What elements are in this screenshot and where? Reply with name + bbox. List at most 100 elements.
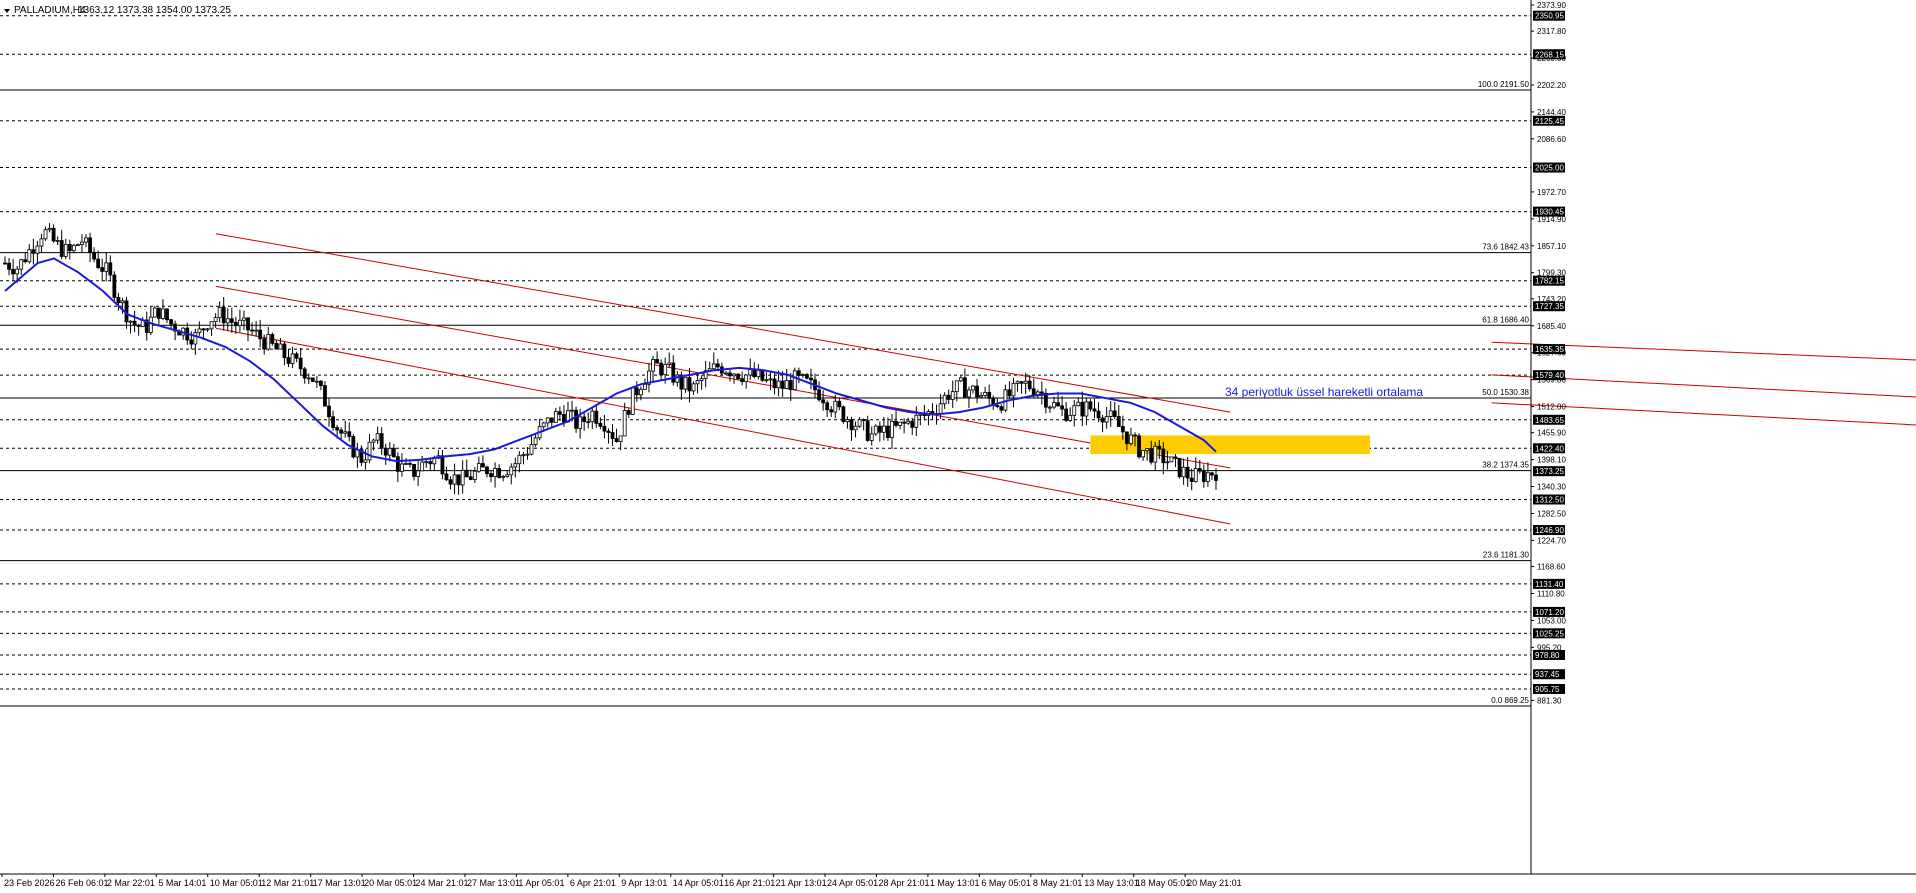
candle-body	[995, 405, 1000, 408]
candle-body	[169, 319, 173, 325]
candle-body	[849, 419, 854, 431]
candle-body	[1141, 450, 1145, 458]
candle-body	[1157, 445, 1162, 450]
candle-body	[610, 432, 615, 439]
candle-body	[902, 421, 907, 424]
level-badge-label: 905.75	[1535, 685, 1560, 694]
date-label: 5 Mar 14:01	[158, 878, 206, 888]
candle-body	[59, 240, 64, 257]
price-tick-label: 1224.70	[1537, 536, 1566, 545]
candle-body	[294, 353, 299, 359]
candle-body	[161, 308, 165, 319]
candle-body	[1076, 401, 1081, 407]
candle-body	[521, 454, 526, 457]
candle-body	[699, 378, 704, 381]
candle-body	[379, 433, 384, 449]
candle-body	[659, 362, 664, 376]
candle-body	[1048, 406, 1052, 409]
candle-body	[796, 370, 801, 376]
candle-body	[853, 425, 858, 431]
level-badge-label: 1246.90	[1535, 526, 1564, 535]
candle-body	[497, 468, 502, 478]
candle-body	[865, 420, 870, 441]
candle-body	[221, 307, 226, 324]
candle-body	[691, 383, 696, 392]
date-label: 20 Mar 05:01	[364, 878, 417, 888]
candle-body	[270, 334, 275, 344]
current-price-label: 1373.25	[1535, 467, 1564, 476]
candle-body	[958, 377, 963, 382]
chart-container[interactable]: 100.0 2191.50 73.6 1842.43 61.8 1686.40 50.…	[0, 0, 1916, 888]
price-tick-label: 1282.50	[1537, 509, 1566, 518]
candle-body	[586, 421, 591, 424]
candle-body	[1137, 435, 1141, 458]
candle-body	[448, 479, 453, 485]
candle-body	[416, 470, 421, 477]
candle-body	[1088, 401, 1093, 410]
candle-body	[505, 474, 510, 477]
candle-body	[1007, 389, 1012, 397]
price-tick-label: 1053.00	[1537, 616, 1566, 625]
candle-body	[343, 431, 348, 434]
date-label: 16 Apr 21:01	[724, 878, 775, 888]
level-badge-label: 2350.95	[1535, 12, 1564, 21]
candle-body	[1023, 380, 1028, 384]
candle-body	[525, 453, 530, 456]
candle-body	[748, 369, 753, 376]
candle-body	[1080, 401, 1085, 417]
candle-body	[286, 357, 291, 364]
fib-level-label: 0.0 869.25	[1491, 696, 1529, 705]
candle-body	[764, 379, 769, 382]
candle-body	[877, 425, 882, 433]
price-tick-label: 2202.20	[1537, 81, 1566, 90]
candle-body	[116, 297, 121, 304]
candle-body	[626, 410, 631, 415]
candle-body	[614, 438, 619, 442]
symbol-dropdown-icon[interactable]	[4, 9, 10, 13]
candle-body	[331, 416, 335, 428]
candle-body	[35, 245, 40, 254]
candle-body	[760, 369, 765, 381]
candle-body	[906, 420, 911, 424]
candle-body	[468, 476, 473, 480]
candle-body	[1205, 472, 1210, 482]
candlestick-chart[interactable]: 100.0 2191.50 73.6 1842.43 61.8 1686.40 50.…	[0, 0, 1916, 888]
candle-body	[732, 373, 736, 377]
candle-body	[881, 425, 886, 433]
symbol-label: PALLADIUM,H4	[14, 5, 86, 16]
candle-body	[481, 463, 485, 468]
candle-body	[533, 437, 538, 445]
candle-body	[541, 422, 546, 428]
candle-body	[841, 406, 846, 423]
candle-body	[1214, 474, 1218, 481]
candle-body	[120, 300, 125, 304]
candle-body	[1189, 477, 1194, 483]
candle-body	[643, 383, 647, 390]
candle-body	[1108, 410, 1113, 417]
candle-body	[197, 328, 202, 334]
candle-body	[788, 380, 793, 390]
candle-body	[513, 463, 518, 468]
candle-body	[728, 372, 732, 377]
candle-body	[1068, 414, 1073, 421]
level-badge-label: 1930.45	[1535, 208, 1564, 217]
candle-body	[590, 410, 595, 423]
candle-body	[837, 400, 842, 408]
candle-body	[983, 392, 988, 396]
candle-body	[1052, 402, 1056, 408]
candle-body	[772, 378, 777, 389]
candle-body	[1193, 468, 1198, 483]
candle-body	[335, 427, 340, 431]
candle-body	[606, 430, 611, 433]
price-tick-label: 1168.60	[1537, 563, 1566, 572]
candle-body	[1072, 405, 1077, 416]
candle-body	[489, 473, 493, 478]
candle-body	[476, 463, 481, 472]
candle-body	[1133, 434, 1137, 437]
price-tick-label: 1512.00	[1537, 403, 1566, 412]
candle-body	[67, 243, 72, 252]
date-label: 6 Apr 21:01	[570, 878, 616, 888]
candle-body	[825, 402, 830, 411]
candle-body	[1104, 416, 1109, 423]
ema-annotation: 34 periyotluk üssel hareketli ortalama	[1225, 385, 1423, 399]
